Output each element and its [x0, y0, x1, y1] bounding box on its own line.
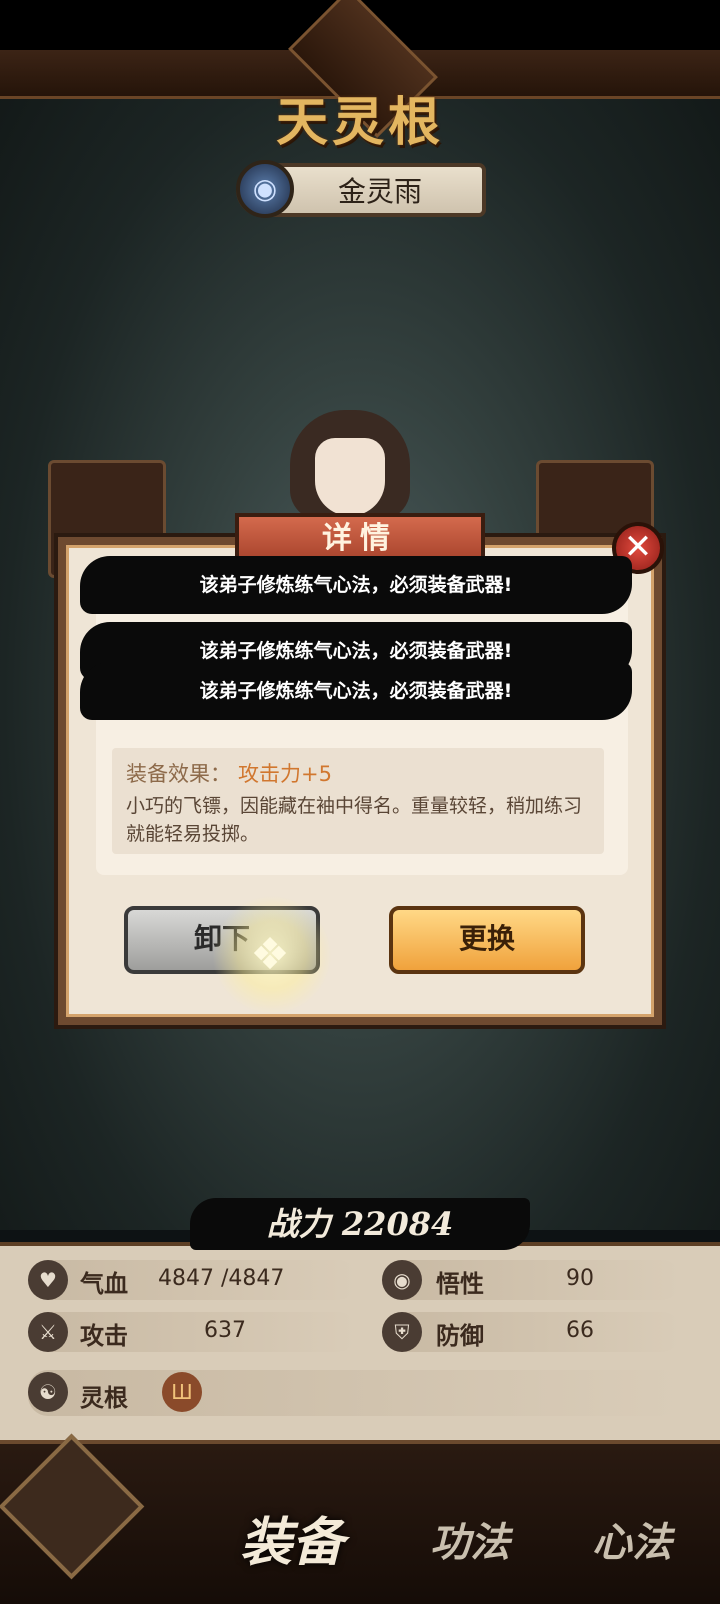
- toast-message: 该弟子修炼练气心法，必须装备武器!: [80, 662, 632, 720]
- attack-value: 637: [204, 1318, 246, 1343]
- stat-row: [382, 1312, 682, 1352]
- tab-equip[interactable]: 装备: [240, 1500, 344, 1575]
- heart-icon: ♥: [28, 1260, 68, 1300]
- toast-message: 该弟子修炼练气心法，必须装备武器!: [80, 556, 632, 614]
- stat-row: [28, 1312, 358, 1352]
- swap-button[interactable]: 更换: [389, 906, 585, 974]
- hp-value: 4847 /4847: [158, 1266, 285, 1291]
- stat-row: [382, 1260, 682, 1300]
- defense-value: 66: [566, 1318, 594, 1343]
- spirit-flame-icon: ◉: [236, 160, 294, 218]
- metal-root-icon[interactable]: Ш: [162, 1372, 202, 1412]
- power-value: 22084: [341, 1205, 454, 1243]
- sword-icon: ⚔: [28, 1312, 68, 1352]
- combat-power: 战力 22084: [190, 1198, 530, 1250]
- character-name: 金灵雨: [337, 175, 422, 208]
- tap-knot-icon: ❖: [250, 929, 290, 980]
- effect-label: 装备效果：: [126, 762, 231, 786]
- attack-label: 攻击: [80, 1321, 128, 1350]
- eye-icon: ◉: [382, 1260, 422, 1300]
- insight-label: 悟性: [436, 1269, 484, 1298]
- hp-label: 气血: [80, 1269, 128, 1298]
- shield-icon: ⛨: [382, 1312, 422, 1352]
- page-title: 天灵根: [275, 92, 444, 153]
- tab-mind[interactable]: 心法: [592, 1510, 672, 1568]
- defense-label: 防御: [436, 1321, 484, 1350]
- spirit-root-label: 灵根: [80, 1383, 128, 1412]
- item-description: 小巧的飞镖，因能藏在袖中得名。重量较轻，稍加练习就能轻易投掷。: [126, 795, 583, 845]
- insight-value: 90: [566, 1266, 594, 1291]
- power-label: 战力: [266, 1205, 331, 1243]
- effect-value: 攻击力+5: [238, 762, 332, 786]
- yin-yang-icon: ☯: [28, 1372, 68, 1412]
- tab-skill[interactable]: 功法: [430, 1510, 510, 1568]
